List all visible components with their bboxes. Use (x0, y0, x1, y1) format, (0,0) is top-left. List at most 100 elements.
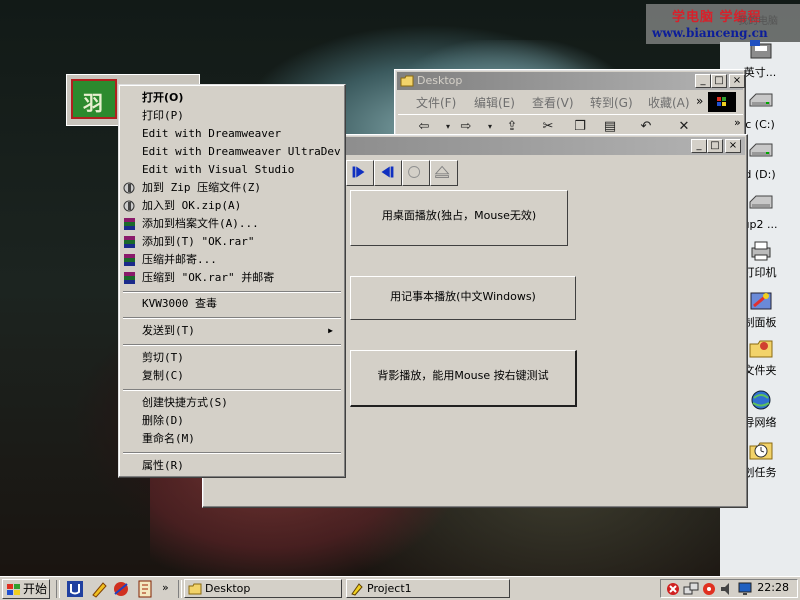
quicklaunch-pencil-icon[interactable] (90, 580, 108, 598)
network-icon (751, 390, 771, 410)
menu-item-label: 压缩到 "OK.rar" 并邮寄 (142, 271, 275, 284)
menu-item-label: 删除(D) (142, 414, 184, 427)
menu-edit[interactable]: 编辑(E) (474, 94, 515, 111)
zip-icon (123, 200, 135, 212)
rar-icon (124, 236, 135, 248)
menu-item-compress-to-ok-rar-and-email[interactable]: 压缩到 "OK.rar" 并邮寄 (121, 269, 341, 287)
tray-antivirus-icon[interactable] (665, 581, 681, 597)
vb-project-icon (351, 583, 363, 596)
close-button[interactable]: × (725, 139, 741, 153)
menu-item-copy[interactable]: 复制(C) (121, 367, 341, 385)
taskbar-divider (56, 580, 60, 598)
button-label: 用记事本播放(中文Windows) (390, 290, 536, 303)
menu-item-label: 加入到 OK.zip(A) (142, 199, 242, 212)
play-in-background-button[interactable]: 背影播放，能用Mouse 按右键测试 (350, 350, 577, 407)
menu-item-label: Edit with Visual Studio (142, 163, 295, 176)
play-in-notepad-button[interactable]: 用记事本播放(中文Windows) (350, 276, 576, 320)
minimize-button[interactable]: _ (695, 74, 711, 88)
toolbar-overflow-chevron[interactable]: » (734, 116, 741, 129)
menu-item-add-to-zip[interactable]: 加到 Zip 压缩文件(Z) (121, 179, 341, 197)
menu-item-label: 打开(O) (142, 91, 184, 104)
file-thumbnail: 羽 (71, 79, 117, 119)
menu-overflow-chevron[interactable]: » (696, 94, 703, 108)
menu-item-delete[interactable]: 删除(D) (121, 412, 341, 430)
folder-icon (400, 75, 414, 87)
minimize-button[interactable]: _ (691, 139, 707, 153)
menu-separator (123, 389, 341, 391)
menu-item-label: Edit with Dreamweaver UltraDev (142, 145, 341, 158)
step-backward-icon (381, 166, 394, 178)
explorer-title: Desktop (417, 74, 463, 87)
maximize-button[interactable]: □ (707, 139, 723, 153)
menu-view[interactable]: 查看(V) (532, 94, 574, 111)
menu-item-label: 创建快捷方式(S) (142, 396, 228, 409)
rar-icon (124, 272, 135, 284)
folder-icon (188, 583, 202, 595)
record-button[interactable] (402, 160, 430, 186)
maximize-button[interactable]: □ (711, 74, 727, 88)
menu-item-send-to[interactable]: 发送到(T) ▶ (121, 322, 341, 340)
task-button-desktop[interactable]: Desktop (184, 579, 342, 598)
menu-item-create-shortcut[interactable]: 创建快捷方式(S) (121, 394, 341, 412)
task-label: Project1 (367, 582, 412, 595)
menu-item-add-to-archive[interactable]: 添加到档案文件(A)... (121, 215, 341, 233)
tray-network-icon[interactable] (683, 581, 699, 597)
menu-item-label: 打印(P) (142, 109, 184, 122)
zip-icon (123, 182, 135, 194)
eject-button[interactable] (430, 160, 458, 186)
step-forward-icon (352, 166, 365, 178)
tray-monitor-icon[interactable] (737, 581, 753, 597)
explorer-title-bar[interactable]: Desktop _ □ × (397, 72, 745, 90)
menu-item-print[interactable]: 打印(P) (121, 107, 341, 125)
menu-item-edit-dreamweaver[interactable]: Edit with Dreamweaver (121, 125, 341, 143)
menu-item-label: 发送到(T) (142, 324, 195, 337)
quicklaunch-app-icon[interactable] (66, 580, 84, 598)
system-tray: 22:28 (660, 579, 798, 598)
menu-separator (123, 452, 341, 454)
menu-item-edit-visual-studio[interactable]: Edit with Visual Studio (121, 161, 341, 179)
watermark-url: www.bianceng.cn (652, 26, 768, 40)
folder-icon (749, 340, 773, 358)
task-button-project1[interactable]: Project1 (346, 579, 510, 598)
menu-item-open[interactable]: 打开(O) (121, 89, 341, 107)
menu-item-label: 加到 Zip 压缩文件(Z) (142, 181, 261, 194)
menu-item-label: 添加到(T) "OK.rar" (142, 235, 255, 248)
play-backward-button[interactable] (374, 160, 402, 186)
close-button[interactable]: × (729, 74, 745, 88)
tray-red-circle-icon[interactable] (701, 581, 717, 597)
button-label: 用桌面播放(独占，Mouse无效) (381, 209, 537, 222)
menu-item-cut[interactable]: 剪切(T) (121, 349, 341, 367)
tray-volume-icon[interactable] (719, 581, 735, 597)
menu-go[interactable]: 转到(G) (590, 94, 633, 111)
drive-icon (749, 143, 773, 157)
quicklaunch-document-icon[interactable] (136, 580, 154, 598)
menu-file[interactable]: 文件(F) (416, 94, 456, 111)
quicklaunch-overflow-chevron[interactable]: » (162, 581, 169, 594)
play-forward-button[interactable] (346, 160, 374, 186)
menu-separator (123, 291, 341, 293)
menu-item-label: 添加到档案文件(A)... (142, 217, 259, 230)
rar-icon (124, 254, 135, 266)
windows-flag-icon (7, 584, 20, 595)
start-button[interactable]: 开始 (2, 579, 50, 599)
menu-item-add-to-ok-rar[interactable]: 添加到(T) "OK.rar" (121, 233, 341, 251)
control-panel-icon (750, 292, 772, 310)
menu-separator (123, 344, 341, 346)
menu-item-kvw3000-scan[interactable]: KVW3000 查毒 (121, 295, 341, 313)
menu-item-rename[interactable]: 重命名(M) (121, 430, 341, 448)
button-label: 背影播放，能用Mouse 按右键测试 (377, 369, 549, 382)
quicklaunch-player-icon[interactable] (112, 580, 130, 598)
watermark-logo: 学电脑 学编程 我的电脑 www.bianceng.cn (646, 4, 800, 44)
menu-item-label: KVW3000 查毒 (142, 297, 217, 310)
menu-item-compress-and-email[interactable]: 压缩并邮寄... (121, 251, 341, 269)
drive-icon (749, 93, 773, 107)
play-on-desktop-button[interactable]: 用桌面播放(独占，Mouse无效) (350, 190, 568, 246)
menu-favorites[interactable]: 收藏(A) (648, 94, 690, 111)
menu-item-label: 属性(R) (142, 459, 184, 472)
rar-icon (124, 218, 135, 230)
clock: 22:28 (757, 581, 789, 594)
record-icon (408, 166, 421, 178)
menu-item-edit-dreamweaver-ultradev[interactable]: Edit with Dreamweaver UltraDev (121, 143, 341, 161)
menu-item-add-to-ok-zip[interactable]: 加入到 OK.zip(A) (121, 197, 341, 215)
menu-item-properties[interactable]: 属性(R) (121, 457, 341, 475)
